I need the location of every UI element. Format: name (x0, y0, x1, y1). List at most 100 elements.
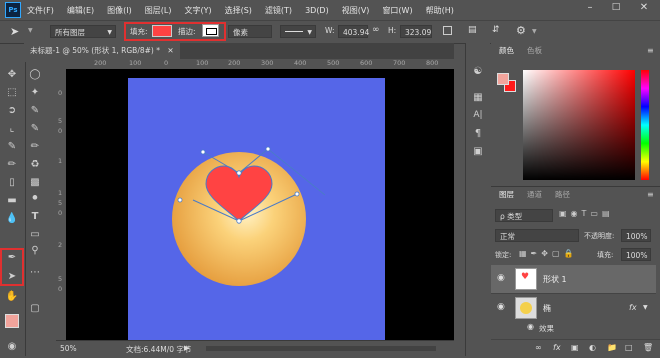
eye-icon[interactable]: ◉ (497, 273, 505, 283)
status-menu-arrow-icon[interactable]: ▶ (184, 344, 189, 352)
menu-help[interactable]: 帮助(H) (426, 5, 454, 16)
handle-point[interactable] (265, 146, 271, 152)
menu-layer[interactable]: 图层(L) (145, 5, 172, 16)
document-canvas[interactable] (66, 69, 454, 340)
tab-swatches[interactable]: 色板 (521, 43, 548, 59)
close-tab-icon[interactable]: ✕ (167, 46, 173, 55)
swatch-panel-icon[interactable]: ▣ (469, 143, 487, 159)
blend-mode-dropdown[interactable]: 正常 (495, 229, 579, 242)
history-panel-icon[interactable]: ☯ (469, 63, 487, 79)
stamp-tool-icon[interactable]: ▯ (3, 174, 21, 190)
menu-image[interactable]: 图像(I) (107, 5, 132, 16)
menu-3d[interactable]: 3D(D) (305, 6, 329, 15)
layer-row[interactable]: ◉ 椭 fx ▼ (491, 293, 656, 322)
eyedropper-tool-icon[interactable]: ✎ (3, 138, 21, 154)
tab-channels[interactable]: 通道 (521, 187, 548, 203)
add-style-icon[interactable]: fx (553, 343, 561, 352)
layer-fx-badge[interactable]: fx (629, 303, 637, 312)
layer-row[interactable]: ◉ ♥ 形状 1 (491, 265, 656, 293)
quick-mask-icon[interactable]: ◉ (3, 338, 21, 354)
path-alignment-icon[interactable]: ▤ (468, 25, 477, 35)
gear-icon[interactable]: ⚙ (516, 24, 526, 37)
handle-point[interactable] (177, 197, 183, 203)
slice-tool-icon[interactable]: ✎ (26, 102, 44, 118)
chevron-down-icon[interactable]: ▼ (643, 304, 648, 311)
width-input[interactable]: 403.94 (338, 25, 369, 38)
lasso-tool-icon[interactable]: ➲ (3, 102, 21, 118)
fill-input[interactable]: 100% (621, 248, 651, 261)
menu-window[interactable]: 窗口(W) (382, 5, 412, 16)
panel-menu-icon[interactable]: ≡ (647, 190, 654, 199)
minimize-button[interactable]: – (582, 2, 598, 18)
tab-layers[interactable]: 图层 (493, 187, 520, 203)
menu-view[interactable]: 视图(V) (342, 5, 370, 16)
paragraph-panel-icon[interactable]: ¶ (469, 125, 487, 141)
add-mask-icon[interactable]: ▣ (571, 343, 579, 352)
link-layers-icon[interactable]: ∞ (535, 343, 542, 352)
tab-color[interactable]: 颜色 (493, 43, 520, 59)
zoom-level[interactable]: 50% (60, 344, 77, 353)
crop-tool-icon[interactable]: ⌞ (3, 120, 21, 136)
type-tool-icon[interactable]: T (26, 208, 44, 224)
color-panel-fg-swatch[interactable] (497, 73, 509, 85)
close-button[interactable]: ✕ (636, 2, 652, 18)
brush-tool-icon[interactable]: ✏ (3, 156, 21, 172)
link-icon[interactable]: ∞ (372, 25, 380, 35)
eye-icon[interactable]: ◉ (497, 302, 505, 312)
handle-point[interactable] (294, 191, 300, 197)
rectangle-tool-icon[interactable]: ▭ (26, 226, 44, 242)
canvas-workspace[interactable] (66, 69, 454, 340)
new-group-icon[interactable]: 📁 (607, 343, 617, 352)
select-mode-dropdown[interactable]: 所有图层 ▼ (50, 25, 116, 38)
tab-paths[interactable]: 路径 (549, 187, 576, 203)
hue-slider[interactable] (641, 70, 649, 180)
anchor-point[interactable] (236, 170, 242, 176)
color-picker-field[interactable] (523, 70, 635, 180)
path-arrangement-icon[interactable]: ⇵ (492, 25, 500, 35)
more-tools-icon[interactable]: ⋯ (26, 264, 44, 280)
filter-icons-row[interactable]: ▣◉T▭▤ (559, 209, 614, 218)
height-input[interactable]: 323.09 (400, 25, 432, 38)
gradient-tool-icon[interactable]: ▩ (26, 174, 44, 190)
stroke-width-unit-dropdown[interactable]: 像素 (228, 25, 272, 38)
tool-preset-arrow-icon[interactable]: ▼ (28, 27, 33, 34)
zoom-tool-icon[interactable]: ⚲ (26, 242, 44, 258)
document-info[interactable]: 文档:6.44M/0 字节 (126, 344, 191, 355)
move-tool-icon[interactable]: ✥ (3, 66, 21, 82)
lock-icons-row[interactable]: ▦✒✥▢🔒 (519, 249, 577, 258)
properties-panel-icon[interactable]: ▦ (469, 89, 487, 105)
healing-tool-icon[interactable]: ✎ (26, 120, 44, 136)
opacity-input[interactable]: 100% (621, 229, 651, 242)
path-operations-icon[interactable] (443, 26, 452, 35)
chevron-down-icon[interactable]: ▼ (532, 28, 537, 35)
foreground-color-swatch[interactable] (5, 314, 19, 328)
dodge-tool-icon[interactable]: ⚫ (26, 190, 44, 206)
path-select-tool-icon[interactable]: ➤ (10, 25, 19, 38)
hand-tool-icon[interactable]: ✋ (3, 288, 21, 304)
quick-select-tool-icon[interactable]: ✦ (26, 84, 44, 100)
effects-row[interactable]: ◉ 效果 (491, 321, 656, 335)
horizontal-scrollbar[interactable] (206, 346, 436, 351)
stroke-type-dropdown[interactable]: ▼ (280, 25, 316, 38)
character-panel-icon[interactable]: A| (469, 107, 487, 123)
anchor-point[interactable] (236, 218, 242, 224)
marquee-tool-icon[interactable]: ⬚ (3, 84, 21, 100)
screen-mode-icon[interactable]: ▢ (26, 300, 44, 316)
blur-tool-icon[interactable]: 💧 (3, 210, 21, 226)
maximize-button[interactable]: □ (608, 2, 624, 18)
pencil-tool-icon[interactable]: ✏ (26, 138, 44, 154)
menu-file[interactable]: 文件(F) (27, 5, 54, 16)
eye-icon[interactable]: ◉ (527, 322, 534, 331)
history-brush-icon[interactable]: ♻ (26, 156, 44, 172)
handle-point[interactable] (200, 149, 206, 155)
menu-select[interactable]: 选择(S) (225, 5, 252, 16)
menu-filter[interactable]: 滤镜(T) (265, 5, 292, 16)
layer-filter-dropdown[interactable]: ρ 类型 (495, 209, 553, 222)
new-layer-icon[interactable]: □ (625, 343, 633, 352)
delete-layer-icon[interactable]: 🗑 (643, 343, 653, 352)
document-tab[interactable]: 未标题-1 @ 50% (形状 1, RGB/8#) * ✕ (24, 43, 180, 59)
menu-edit[interactable]: 编辑(E) (67, 5, 94, 16)
adjustment-layer-icon[interactable]: ◐ (589, 343, 596, 352)
menu-type[interactable]: 文字(Y) (184, 5, 211, 16)
panel-menu-icon[interactable]: ≡ (647, 46, 654, 55)
